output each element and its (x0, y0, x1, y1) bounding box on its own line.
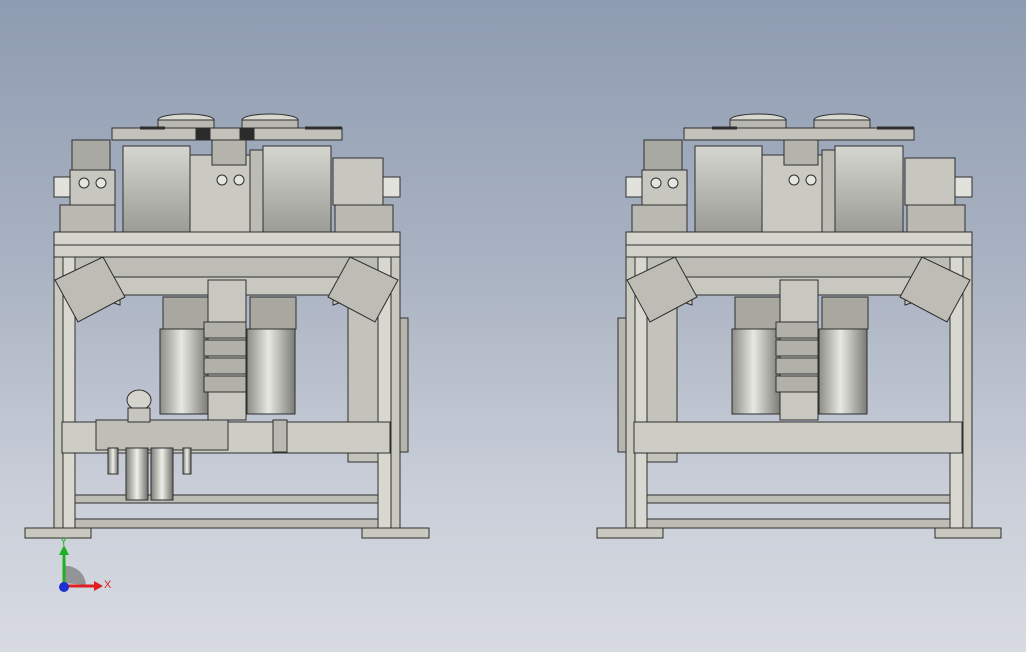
filter-bowl-3 (107, 447, 119, 475)
model-view[interactable]: X Y (0, 0, 1026, 652)
top-plate (53, 231, 401, 246)
center-box-2 (821, 149, 836, 233)
top-plate (625, 231, 973, 246)
motor-right-flange (821, 296, 869, 330)
valve-stack-3 (203, 357, 247, 375)
gauge-1 (216, 174, 228, 186)
top-module-left (69, 169, 116, 206)
bottom-rail-lower (69, 518, 391, 529)
gauge-3 (650, 177, 662, 189)
top-bracket (111, 127, 343, 141)
leg-outer-left (53, 254, 64, 529)
motor-left-body (731, 328, 781, 415)
motor-left-flange (734, 296, 782, 330)
upper-beam (625, 244, 973, 258)
coordinate-triad[interactable]: X Y (59, 536, 112, 592)
top-bracket-dark (239, 127, 255, 141)
machine-assembly-right[interactable] (596, 113, 1002, 539)
base-foot-left (24, 527, 92, 539)
top-module-left (641, 169, 688, 206)
regulator-neck (127, 407, 151, 423)
cover-left (694, 145, 763, 233)
x-axis-label: X (104, 579, 112, 591)
filter-bowl-4 (182, 447, 192, 475)
center-box-2 (249, 149, 264, 233)
bottom-rail (646, 494, 958, 504)
bottom-rail (69, 494, 391, 504)
valve-stack-2 (203, 339, 247, 357)
valve-stack-2 (775, 339, 819, 357)
leg-outer-left (625, 254, 636, 529)
side-plate-tab (617, 317, 627, 453)
valve-stack-3 (775, 357, 819, 375)
lower-crossbeam (633, 421, 963, 454)
base-foot-right (361, 527, 430, 539)
top-module-right (332, 157, 384, 206)
motor-right-flange (249, 296, 297, 330)
small-valve (272, 419, 288, 453)
bottom-rail-lower (646, 518, 958, 529)
cover-right (834, 145, 904, 233)
leg-outer-right (390, 254, 401, 529)
motor-left-body (159, 328, 209, 415)
valve-stack-1 (775, 321, 819, 339)
gauge-3 (78, 177, 90, 189)
valve-stack-4 (775, 375, 819, 393)
top-block-right (906, 204, 966, 233)
triad-shadow (64, 565, 86, 585)
motor-right-body (818, 328, 868, 415)
small-box (211, 139, 247, 166)
cover-right (262, 145, 332, 233)
center-box (761, 154, 823, 233)
base-foot-left (596, 527, 664, 539)
filter-bowl-2 (150, 447, 174, 501)
upper-beam (53, 244, 401, 258)
filter-bowl-1 (125, 447, 149, 501)
leg-outer-right (962, 254, 973, 529)
y-axis-label: Y (60, 536, 68, 548)
valve-stack-4 (203, 375, 247, 393)
cad-viewport[interactable]: X Y (0, 0, 1026, 652)
motor-left-flange (162, 296, 210, 330)
regulator-block (95, 419, 229, 451)
side-plate-tab (399, 317, 409, 453)
gauge-4 (95, 177, 107, 189)
regulator-knob (126, 389, 152, 411)
center-box (189, 154, 251, 233)
machine-assembly-left[interactable] (24, 113, 430, 539)
top-module-right (904, 157, 956, 206)
gauge-4 (667, 177, 679, 189)
side-bracket-right (381, 176, 401, 198)
side-bracket-left (53, 176, 73, 198)
top-bracket-dark-2 (195, 127, 211, 141)
top-bracket (683, 127, 915, 141)
upper-beam-2 (74, 256, 379, 278)
gauge-2 (233, 174, 245, 186)
top-block-left (59, 204, 116, 233)
side-box-left (71, 139, 111, 171)
gauge-1 (788, 174, 800, 186)
valve-stack-1 (203, 321, 247, 339)
motor-right-body (246, 328, 296, 415)
base-foot-right (934, 527, 1002, 539)
top-block-right (334, 204, 394, 233)
top-block-left (631, 204, 688, 233)
side-bracket-right (953, 176, 973, 198)
side-bracket-left (625, 176, 645, 198)
small-box (783, 139, 819, 166)
gauge-2 (805, 174, 817, 186)
side-box-left (643, 139, 683, 171)
upper-beam-2 (646, 256, 951, 278)
cover-left (122, 145, 191, 233)
x-axis-arrowhead (94, 581, 103, 591)
z-axis-origin (59, 582, 69, 592)
